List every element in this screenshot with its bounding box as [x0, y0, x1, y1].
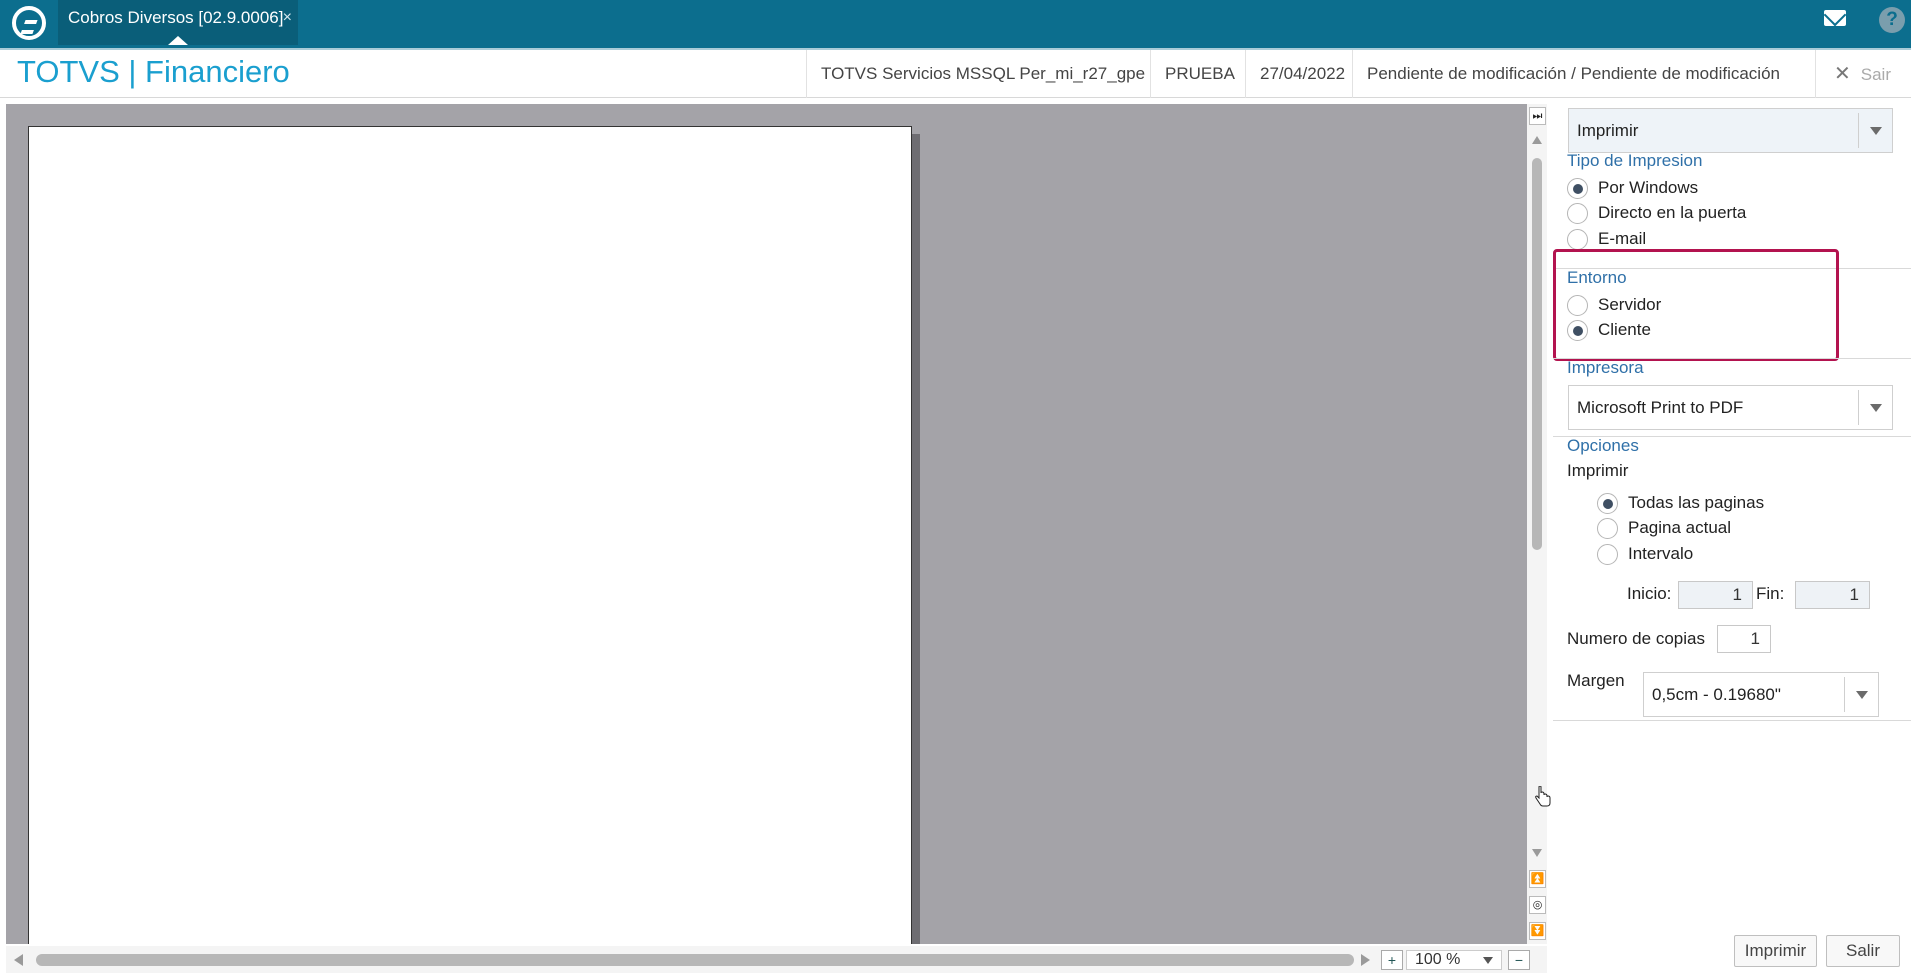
radio-todas-paginas[interactable]: Todas las paginas: [1597, 491, 1764, 515]
margin-label: Margen: [1567, 671, 1625, 690]
printer-select[interactable]: Microsoft Print to PDF: [1568, 385, 1893, 430]
horizontal-scrollbar[interactable]: + 100 % −: [6, 946, 1547, 973]
chevron-down-icon: [1483, 957, 1493, 964]
end-label: Fin:: [1756, 584, 1785, 603]
header-exit-label: Sair: [1860, 65, 1891, 84]
action-select[interactable]: Imprimir: [1568, 108, 1893, 153]
status-info: Pendiente de modificación / Pendiente de…: [1352, 50, 1794, 98]
copies-label: Numero de copias: [1567, 629, 1705, 648]
zoom-select[interactable]: 100 %: [1406, 950, 1502, 970]
top-bar: Cobros Diversos [02.9.0006] × ?: [0, 0, 1911, 48]
print-button[interactable]: Imprimir: [1734, 935, 1817, 967]
zoom-value: 100 %: [1415, 951, 1461, 968]
start-label: Inicio:: [1627, 584, 1672, 603]
scroll-right-icon[interactable]: [1361, 954, 1370, 966]
scroll-left-icon[interactable]: [14, 954, 23, 966]
vertical-scrollbar[interactable]: ⏭ ⏫ ◎ ⏬: [1527, 104, 1547, 944]
radio-label: Por Windows: [1598, 178, 1699, 197]
end-page-input[interactable]: 1: [1795, 581, 1870, 609]
printer-select-value: Microsoft Print to PDF: [1577, 398, 1744, 417]
zoom-in-icon[interactable]: +: [1381, 950, 1403, 970]
radio-empty-icon: [1597, 518, 1618, 540]
print-type-title: Tipo de Impresion: [1567, 151, 1703, 170]
radio-pagina-actual[interactable]: Pagina actual: [1597, 516, 1731, 540]
start-page-input[interactable]: 1: [1678, 581, 1753, 609]
tab-caret-icon: [168, 36, 188, 45]
radio-label: Todas las paginas: [1628, 493, 1765, 512]
divider: [1553, 720, 1911, 721]
radio-email[interactable]: E-mail: [1567, 227, 1646, 251]
radio-empty-icon: [1567, 229, 1588, 251]
vertical-scroll-thumb[interactable]: [1532, 158, 1542, 550]
print-range-label: Imprimir: [1567, 461, 1629, 480]
margin-select[interactable]: 0,5cm - 0.19680": [1643, 672, 1879, 717]
tab-cobros-diversos[interactable]: Cobros Diversos [02.9.0006] ×: [58, 0, 298, 45]
zoom-out-icon[interactable]: −: [1508, 950, 1530, 970]
mail-icon[interactable]: [1824, 10, 1846, 26]
hand-cursor-icon: [1535, 786, 1551, 807]
first-page-icon[interactable]: ⏫: [1529, 870, 1546, 888]
totvs-logo-icon[interactable]: [12, 6, 46, 40]
entorno-highlight-box: [1553, 249, 1839, 361]
scroll-up-icon[interactable]: [1532, 136, 1542, 144]
preview-page: [28, 126, 912, 944]
tab-close-icon[interactable]: ×: [283, 0, 292, 36]
horizontal-scroll-thumb[interactable]: [36, 954, 1354, 966]
collapse-panel-icon[interactable]: ⏭: [1529, 107, 1546, 125]
page-title: TOTVS | Financiero: [17, 54, 290, 89]
help-icon[interactable]: ?: [1879, 7, 1905, 33]
radio-label: E-mail: [1598, 229, 1647, 248]
radio-label: Pagina actual: [1628, 518, 1732, 537]
radio-empty-icon: [1597, 544, 1618, 566]
radio-por-windows[interactable]: Por Windows: [1567, 176, 1698, 200]
options-title: Opciones: [1567, 436, 1639, 455]
center-page-icon[interactable]: ◎: [1529, 896, 1546, 914]
scroll-down-icon[interactable]: [1532, 849, 1542, 857]
print-preview: [6, 104, 1527, 944]
printer-title: Impresora: [1567, 358, 1644, 377]
date-info: 27/04/2022: [1245, 50, 1359, 98]
copies-input[interactable]: 1: [1717, 625, 1771, 653]
app-header: TOTVS | Financiero TOTVS Servicios MSSQL…: [0, 50, 1911, 98]
radio-label: Intervalo: [1628, 544, 1694, 563]
chevron-down-icon: [1858, 390, 1892, 425]
chevron-down-icon: [1858, 113, 1892, 148]
radio-empty-icon: [1567, 203, 1588, 225]
company-info: PRUEBA: [1150, 50, 1249, 98]
radio-intervalo[interactable]: Intervalo: [1597, 542, 1693, 566]
radio-directo-puerta[interactable]: Directo en la puerta: [1567, 201, 1746, 225]
last-page-icon[interactable]: ⏬: [1529, 922, 1546, 940]
radio-selected-icon: [1597, 493, 1618, 515]
chevron-down-icon: [1844, 677, 1878, 712]
action-select-value: Imprimir: [1577, 121, 1639, 140]
header-exit-button[interactable]: ✕ Sair: [1815, 50, 1911, 98]
exit-button[interactable]: Salir: [1826, 935, 1900, 967]
radio-selected-icon: [1567, 178, 1588, 200]
tab-label: Cobros Diversos [02.9.0006]: [68, 8, 284, 27]
margin-select-value: 0,5cm - 0.19680": [1652, 685, 1781, 704]
close-icon: ✕: [1834, 63, 1851, 85]
radio-label: Directo en la puerta: [1598, 203, 1747, 222]
environment-info: TOTVS Servicios MSSQL Per_mi_r27_gpe: [806, 50, 1159, 98]
